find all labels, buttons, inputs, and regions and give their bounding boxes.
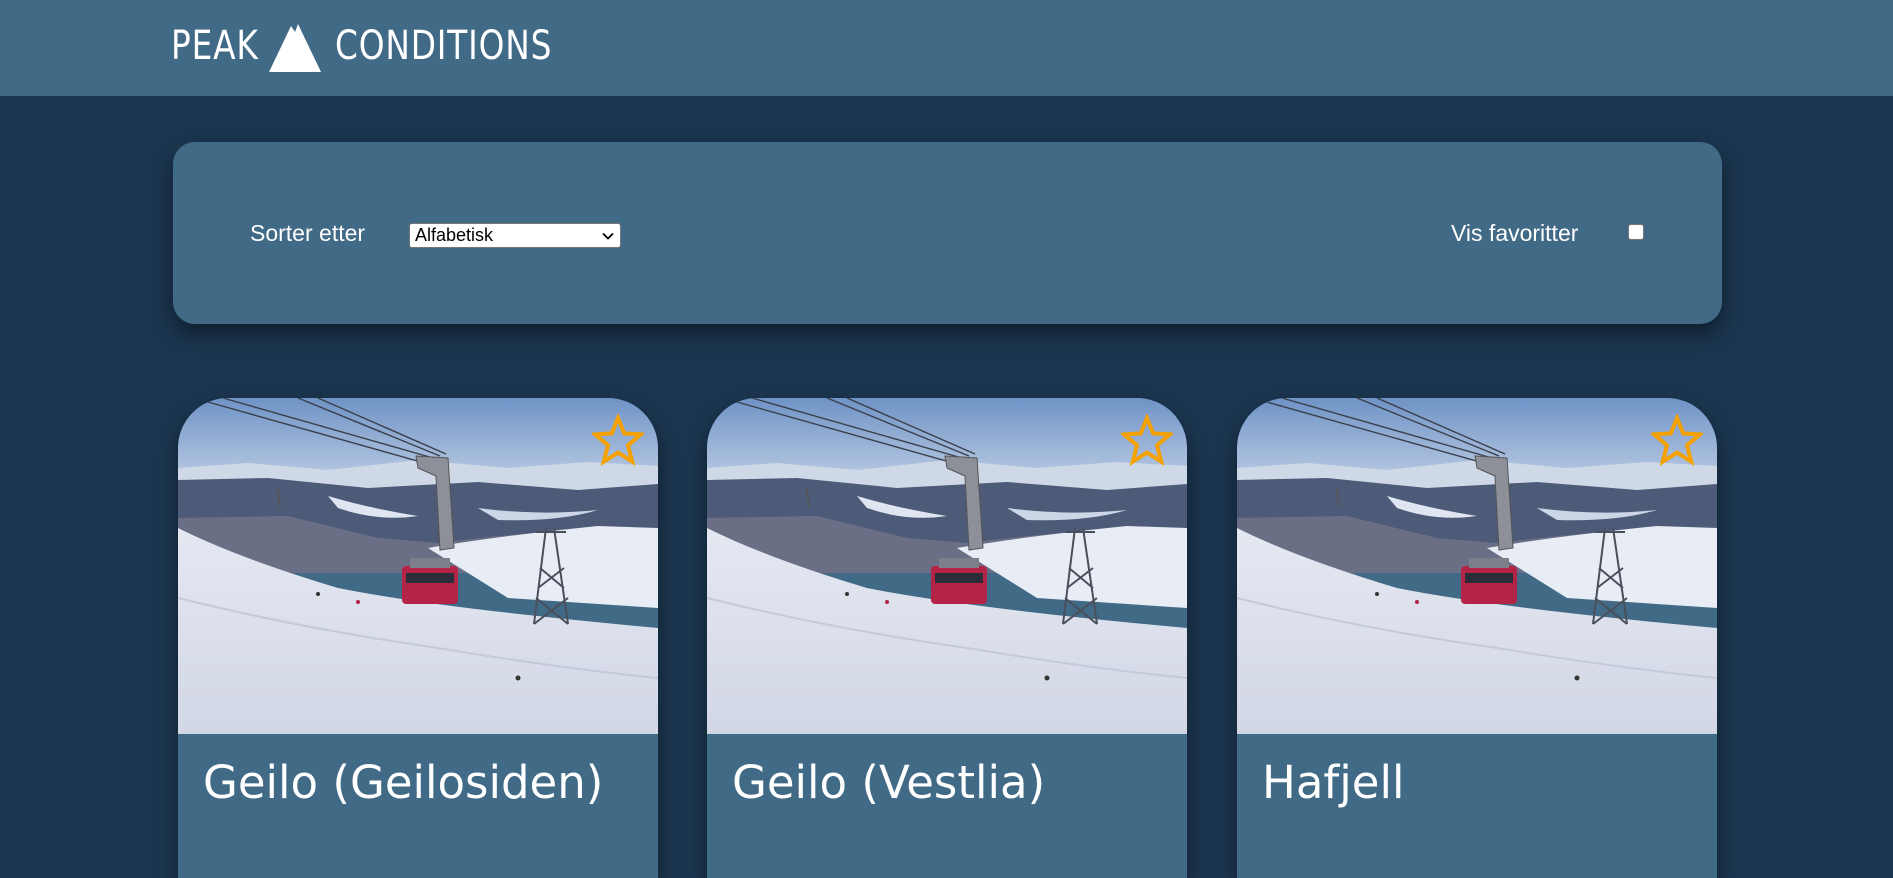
peak-conditions-logo[interactable]: PEAK CONDITIONS xyxy=(171,18,565,74)
sort-select[interactable]: Alfabetisk xyxy=(409,223,621,248)
resort-name: Hafjell xyxy=(1262,756,1405,809)
resort-card[interactable]: Geilo (Vestlia) xyxy=(707,398,1187,878)
chevron-down-icon xyxy=(602,232,614,240)
sort-select-value: Alfabetisk xyxy=(415,225,494,245)
resort-image xyxy=(707,398,1187,734)
favorites-checkbox[interactable] xyxy=(1628,224,1644,240)
logo-text-peak: PEAK xyxy=(171,23,259,69)
resort-card[interactable]: Geilo (Geilosiden) xyxy=(178,398,658,878)
favorite-star-icon[interactable] xyxy=(592,414,644,466)
logo-text-conditions: CONDITIONS xyxy=(335,23,553,69)
filter-panel: Sorter etter Alfabetisk Vis favoritter xyxy=(173,142,1722,324)
top-header: PEAK CONDITIONS xyxy=(0,0,1893,96)
resort-name: Geilo (Vestlia) xyxy=(732,756,1046,809)
resort-image xyxy=(178,398,658,734)
favorites-label: Vis favoritter xyxy=(1451,220,1579,246)
sort-label: Sorter etter xyxy=(250,220,366,246)
resort-image xyxy=(1237,398,1717,734)
mountain-icon xyxy=(269,24,321,72)
favorite-star-icon[interactable] xyxy=(1121,414,1173,466)
resort-name: Geilo (Geilosiden) xyxy=(203,756,604,809)
favorite-star-icon[interactable] xyxy=(1651,414,1703,466)
resort-card[interactable]: Hafjell xyxy=(1237,398,1717,878)
